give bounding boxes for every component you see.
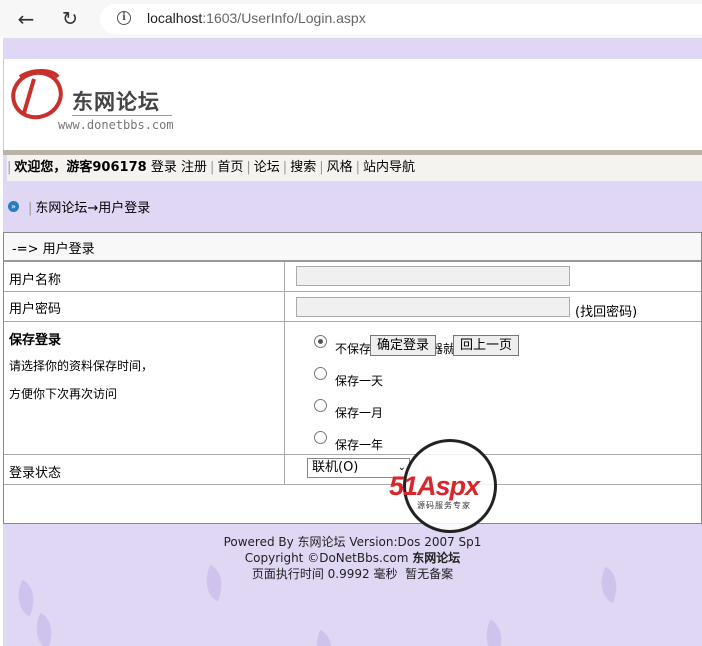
- footer-powered: Powered By 东网论坛 Version:Dos 2007 Sp1: [223, 535, 482, 549]
- option-save-year: 保存一年: [335, 438, 384, 452]
- top-menu: | 欢迎您，游客906178 登录 注册 | 首页 | 论坛 | 搜索 | 风格 | 站内导航: [7, 155, 702, 182]
- footer-copyright: Copyright ©DoNetBbs.com 东网论坛: [244, 551, 461, 565]
- password-input[interactable]: [296, 297, 570, 317]
- username-input[interactable]: [296, 266, 570, 286]
- reload-icon[interactable]: ↻: [58, 7, 82, 31]
- password-row: 用户密码 (找回密码): [4, 292, 701, 322]
- forum-page: 东网论坛 www.donetbbs.com | 欢迎您，游客906178 登录 注…: [3, 38, 702, 646]
- welcome-text: 欢迎您，游客906178: [14, 160, 147, 175]
- save-login-desc-2: 方便你下次再次访问: [9, 387, 118, 401]
- browser-toolbar: ← ↻ i localhost:1603/UserInfo/Login.aspx: [0, 0, 702, 38]
- option-save-day: 保存一天: [335, 374, 384, 388]
- username-label: 用户名称: [9, 273, 62, 288]
- back-button[interactable]: 回上一页: [453, 335, 520, 356]
- menu-search[interactable]: 搜索: [290, 160, 316, 175]
- logo-title: 东网论坛: [72, 90, 160, 114]
- username-row: 用户名称: [4, 262, 701, 292]
- leaf-decoration: [307, 629, 341, 646]
- breadcrumb: » | 东网论坛→用户登录: [3, 195, 702, 217]
- save-login-row: 保存登录 请选择你的资料保存时间， 方便你下次再次访问 不保存，关闭浏览器就 保…: [4, 322, 701, 455]
- menu-home[interactable]: 首页: [217, 160, 243, 175]
- logo-url: www.donetbbs.com: [58, 118, 174, 132]
- site-header: 东网论坛 www.donetbbs.com: [3, 59, 702, 150]
- status-row: 登录状态 联机(O) ⌄: [4, 455, 701, 485]
- radio-no-save[interactable]: [314, 335, 327, 348]
- breadcrumb-arrow-icon: »: [8, 201, 19, 212]
- menu-forum[interactable]: 论坛: [254, 160, 280, 175]
- leaf-decoration: [27, 612, 61, 646]
- menu-style[interactable]: 风格: [327, 160, 353, 175]
- status-label: 登录状态: [9, 466, 62, 481]
- address-bar[interactable]: i localhost:1603/UserInfo/Login.aspx: [100, 4, 702, 34]
- radio-save-month[interactable]: [314, 399, 327, 412]
- find-password-link[interactable]: (找回密码): [575, 301, 637, 320]
- watermark-logo: 51Aspx 源码服务专家: [387, 439, 517, 535]
- menu-login[interactable]: 登录: [151, 160, 177, 175]
- save-login-title: 保存登录: [9, 333, 62, 348]
- save-login-desc-1: 请选择你的资料保存时间，: [9, 359, 154, 373]
- logo-divider: [72, 115, 172, 116]
- menu-site-nav[interactable]: 站内导航: [363, 160, 415, 175]
- radio-save-year[interactable]: [314, 431, 327, 444]
- login-form: -=> 用户登录 用户名称 用户密码 (找回密码) 保存登录 请选择你的资料保存…: [3, 232, 702, 524]
- form-title-bar: -=> 用户登录: [4, 233, 701, 262]
- leaf-decoration: [9, 579, 43, 617]
- footer-icp: 暂无备案: [405, 567, 454, 581]
- back-arrow-icon[interactable]: ←: [14, 7, 38, 31]
- password-label: 用户密码: [9, 302, 62, 317]
- site-info-icon[interactable]: i: [117, 11, 131, 25]
- breadcrumb-link[interactable]: 东网论坛→用户登录: [35, 201, 150, 216]
- url-text: localhost:1603/UserInfo/Login.aspx: [147, 10, 366, 26]
- footer-forum-link[interactable]: 东网论坛: [298, 535, 346, 549]
- submit-login-button[interactable]: 确定登录: [370, 335, 437, 356]
- footer-exec-time: 页面执行时间 0.9992 毫秒 暂无备案: [251, 567, 454, 581]
- form-title: -=> 用户登录: [12, 242, 95, 257]
- site-footer: Powered By 东网论坛 Version:Dos 2007 Sp1 Cop…: [3, 534, 702, 582]
- leaf-decoration: [477, 619, 511, 646]
- radio-save-day[interactable]: [314, 367, 327, 380]
- menu-register[interactable]: 注册: [181, 160, 207, 175]
- option-save-month: 保存一月: [335, 406, 384, 420]
